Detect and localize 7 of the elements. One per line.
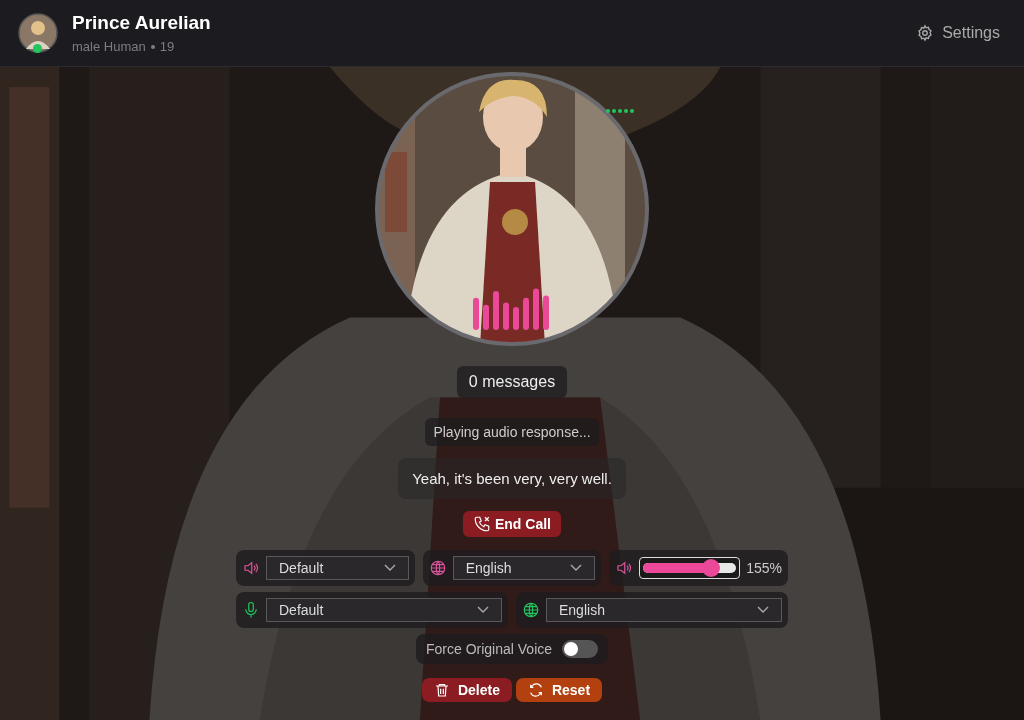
settings-icon xyxy=(916,24,935,42)
character-age: 19 xyxy=(159,39,175,54)
character-name: Prince Aurelian xyxy=(72,12,211,34)
separator-dot-icon xyxy=(150,44,155,49)
avatar-icon xyxy=(18,13,58,53)
character-description: male Human xyxy=(72,39,146,54)
settings-button[interactable]: Settings xyxy=(912,20,1004,46)
